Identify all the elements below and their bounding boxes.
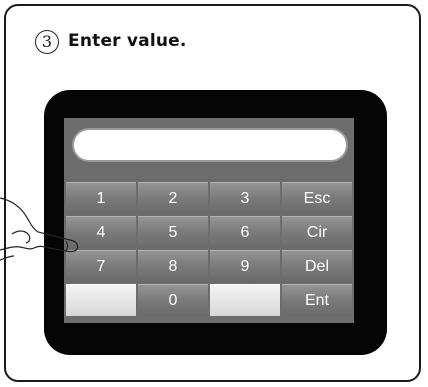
key-esc[interactable]: Esc (282, 182, 352, 214)
value-display-field[interactable] (72, 128, 348, 162)
key-3[interactable]: 3 (210, 182, 280, 214)
step-title: Enter value. (68, 31, 187, 51)
key-blank-left[interactable] (66, 284, 136, 316)
key-0[interactable]: 0 (138, 284, 208, 316)
key-clear[interactable]: Cir (282, 216, 352, 248)
key-6[interactable]: 6 (210, 216, 280, 248)
key-delete[interactable]: Del (282, 250, 352, 282)
key-5[interactable]: 5 (138, 216, 208, 248)
key-8[interactable]: 8 (138, 250, 208, 282)
numeric-keypad: 1 2 3 Esc 4 5 6 Cir 7 8 9 Del 0 Ent (66, 182, 352, 316)
key-2[interactable]: 2 (138, 182, 208, 214)
pointing-hand-icon (0, 197, 79, 261)
key-blank-right[interactable] (210, 284, 280, 316)
step-number: 3 (35, 30, 59, 54)
key-9[interactable]: 9 (210, 250, 280, 282)
key-enter[interactable]: Ent (282, 284, 352, 316)
